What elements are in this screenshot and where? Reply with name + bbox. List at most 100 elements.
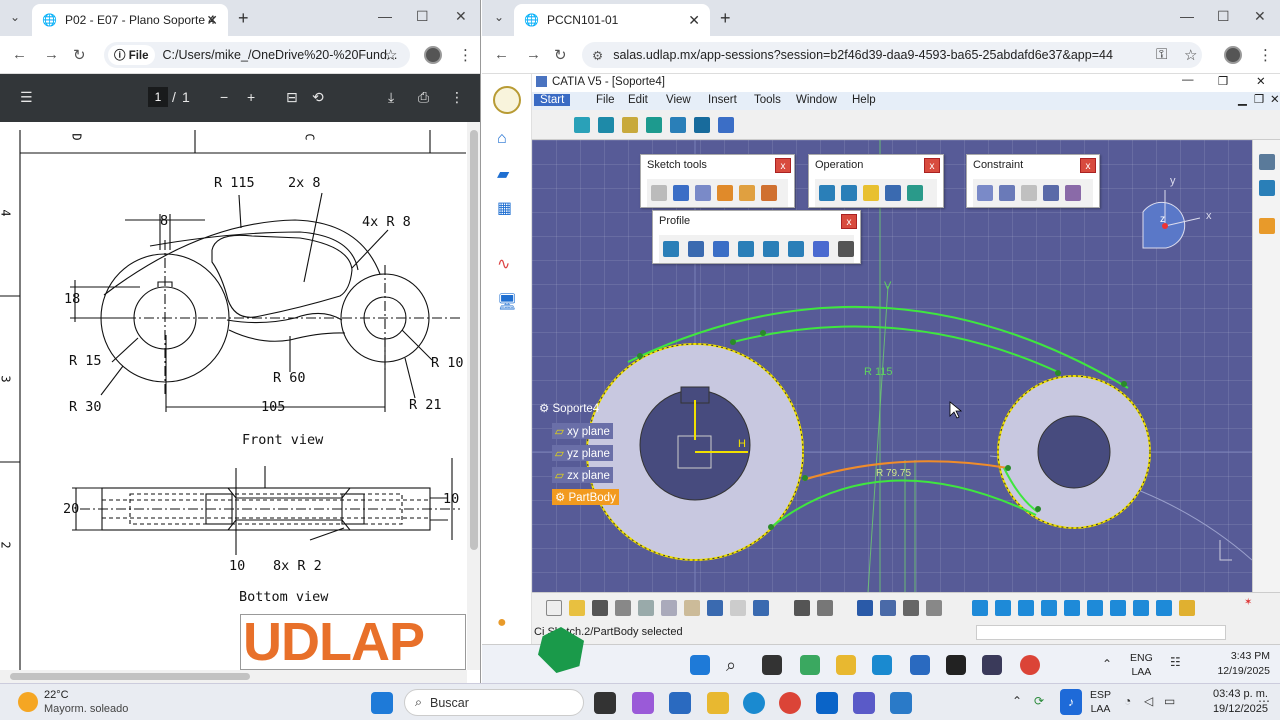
menu-window[interactable]: Window <box>796 94 837 106</box>
remote-widget-icon[interactable] <box>800 655 820 675</box>
measure-icon[interactable] <box>903 600 919 616</box>
activity-icon[interactable]: ∿ <box>497 254 510 274</box>
contact-constraint-icon[interactable] <box>1021 185 1037 201</box>
back-icon[interactable]: ← <box>12 46 27 63</box>
operation-close[interactable]: x <box>924 158 940 173</box>
pad-icon[interactable] <box>622 117 638 133</box>
formula-icon[interactable] <box>794 600 810 616</box>
doc-minimize[interactable]: ▁ <box>1238 92 1247 106</box>
remote-tray-chevron[interactable]: ⌃ <box>1102 657 1112 671</box>
hole-icon[interactable] <box>694 117 710 133</box>
cut-icon[interactable] <box>638 600 654 616</box>
trim-icon[interactable] <box>863 185 879 201</box>
site-settings-icon[interactable]: ⚙ <box>592 48 603 63</box>
paste-icon[interactable] <box>684 600 700 616</box>
pdf-vertical-scrollbar[interactable] <box>467 122 480 670</box>
grid-icon[interactable] <box>673 185 689 201</box>
remote-catia-icon[interactable] <box>982 655 1002 675</box>
command-input[interactable] <box>976 625 1226 640</box>
remote-start-icon[interactable] <box>690 655 710 675</box>
remote-edge-icon[interactable] <box>872 655 892 675</box>
volume-icon[interactable]: ◁ <box>1144 694 1153 708</box>
fix-together-icon[interactable] <box>1043 185 1059 201</box>
comment-icon[interactable] <box>817 600 833 616</box>
explorer-icon[interactable] <box>707 692 729 714</box>
help-icon[interactable] <box>753 600 769 616</box>
remote-explorer-icon[interactable] <box>836 655 856 675</box>
animate-constraint-icon[interactable] <box>1065 185 1081 201</box>
store-icon[interactable] <box>669 692 691 714</box>
catia-minimize[interactable]: — <box>1182 74 1194 86</box>
battery-icon[interactable]: ▭ <box>1164 694 1175 708</box>
pdf-horizontal-scrollbar[interactable] <box>0 670 467 683</box>
left-tab-pdf[interactable]: 🌐 P02 - E07 - Plano Soporte 4 (A ✕ <box>32 4 228 36</box>
redo-icon[interactable] <box>730 600 746 616</box>
teams-icon[interactable] <box>853 692 875 714</box>
constraint-close[interactable]: x <box>1080 158 1096 173</box>
reload-icon[interactable]: ↻ <box>73 46 86 64</box>
start-icon[interactable] <box>371 692 393 714</box>
rectangle-icon[interactable] <box>688 241 704 257</box>
open-icon[interactable] <box>569 600 585 616</box>
fly-icon[interactable] <box>972 600 988 616</box>
rotate-icon[interactable]: ⟲ <box>312 89 324 106</box>
fit-page-icon[interactable]: ⊟ <box>286 89 298 106</box>
taskbar-search[interactable]: ⌕ Buscar <box>404 689 584 716</box>
zoom-out-button[interactable]: − <box>220 89 228 105</box>
zoom-out-icon[interactable] <box>1087 600 1103 616</box>
hide-icon[interactable] <box>1179 600 1195 616</box>
auto-constraint-icon[interactable] <box>761 185 777 201</box>
remote-lang[interactable]: ENG LAA <box>1130 651 1153 679</box>
menu-help[interactable]: Help <box>852 94 876 106</box>
menu-edit[interactable]: Edit <box>628 94 648 106</box>
quick-view-icon[interactable] <box>1133 600 1149 616</box>
bookmark-star-icon[interactable]: ☆ <box>1184 46 1197 64</box>
menu-dots-icon[interactable]: ⋮ <box>1258 46 1273 64</box>
notification-bell-icon[interactable]: ⋯ <box>1258 694 1270 708</box>
doc-restore[interactable]: ❐ <box>1254 92 1264 106</box>
normal-view-icon[interactable] <box>1110 600 1126 616</box>
tree-zx-plane[interactable]: ▱ zx plane <box>552 467 613 483</box>
right-tab-session[interactable]: 🌐 PCCN101-01 ✕ <box>514 4 710 36</box>
remote-store-icon[interactable] <box>910 655 930 675</box>
desktop-icon[interactable]: 🖥 <box>497 292 517 312</box>
back-icon[interactable]: ← <box>494 46 509 63</box>
new-icon[interactable] <box>546 600 562 616</box>
menu-start[interactable]: Start <box>534 94 571 106</box>
key-icon[interactable]: ⚿ <box>1156 46 1167 63</box>
task-view-icon[interactable] <box>594 692 616 714</box>
sketch-tools-close[interactable]: x <box>775 158 791 173</box>
maximize-button[interactable]: ☐ <box>416 8 429 25</box>
left-omnibox[interactable]: ⓘ File C:/Users/mike_/OneDrive%20-%20Fun… <box>104 42 410 68</box>
menu-insert[interactable]: Insert <box>708 94 737 106</box>
chamfer-icon[interactable] <box>841 185 857 201</box>
sketch-curve-icon[interactable] <box>574 117 590 133</box>
pdf-menu-icon[interactable]: ☰ <box>20 89 33 106</box>
profile-avatar[interactable] <box>424 46 442 64</box>
grid-icon[interactable] <box>718 117 734 133</box>
weather-widget[interactable]: 22°C Mayorm. soleado <box>44 688 128 716</box>
weather-sun-icon[interactable] <box>18 692 38 712</box>
catia-3d-viewport[interactable]: ⚙ Soporte4 ▱ xy plane ▱ yz plane ▱ zx pl… <box>532 140 1252 592</box>
file-chip[interactable]: ⓘ File <box>108 45 155 65</box>
select-icon[interactable] <box>1259 218 1275 234</box>
close-tab-icon[interactable]: ✕ <box>206 12 218 29</box>
user-status-icon[interactable]: ● <box>497 614 507 632</box>
remote-terminal-icon[interactable] <box>946 655 966 675</box>
point-icon[interactable] <box>838 241 854 257</box>
close-tab-icon[interactable]: ✕ <box>688 12 700 29</box>
language-indicator[interactable]: ESP LAA <box>1090 688 1111 716</box>
grid-table-icon[interactable] <box>857 600 873 616</box>
menu-view[interactable]: View <box>666 94 691 106</box>
mirror-icon[interactable] <box>885 185 901 201</box>
page-number-input[interactable]: 1 <box>148 87 168 107</box>
geometric-constraints-icon[interactable] <box>717 185 733 201</box>
menu-file[interactable]: File <box>596 94 615 106</box>
new-tab-button[interactable]: + <box>720 8 731 29</box>
profile-avatar[interactable] <box>1224 46 1242 64</box>
shaft-icon[interactable] <box>670 117 686 133</box>
catia-close[interactable]: ✕ <box>1256 74 1266 88</box>
pocket-icon[interactable] <box>646 117 662 133</box>
minimize-button[interactable]: — <box>378 8 392 24</box>
sync-icon[interactable]: ⟳ <box>1034 694 1044 708</box>
